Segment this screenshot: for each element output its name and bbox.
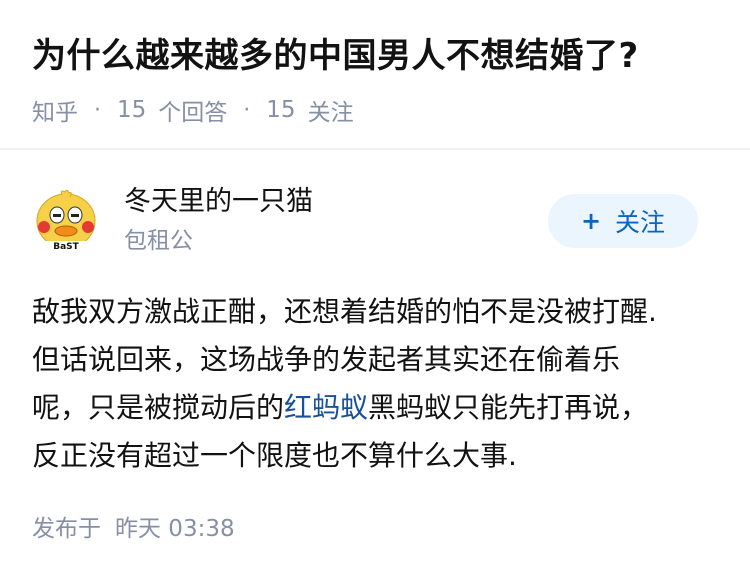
follow-label: 关注 <box>615 208 666 237</box>
author-bio: 包租公 <box>124 228 193 254</box>
content-text: 呢，只是被搅动后的 <box>32 391 285 424</box>
content-line: 但话说回来，这场战争的发起者其实还在偷着乐 <box>32 343 621 376</box>
publish-label: 发布于 <box>32 516 101 542</box>
svg-text:BaST: BaST <box>53 242 79 252</box>
content-text: 黑蚂蚁只能先打再说， <box>368 391 649 424</box>
content-line: 呢，只是被搅动后的红蚂蚁黑蚂蚁只能先打再说， <box>32 384 718 432</box>
answers-label[interactable]: 个回答 <box>158 93 227 127</box>
publish-info: 发布于 昨天 03:38 <box>32 512 235 546</box>
followers-label: 关注 <box>307 100 354 126</box>
question-meta: 知乎 · 15 个回答 · 15 关注 <box>32 90 354 130</box>
author-name[interactable]: 冬天里的一只猫 <box>124 182 313 222</box>
answer-content: 敌我双方激战正酣，还想着结婚的怕不是没被打醒. 但话说回来，这场战争的发起者其实… <box>32 288 718 480</box>
source-label[interactable]: 知乎 <box>32 93 78 127</box>
follow-button[interactable]: + 关注 <box>548 194 698 248</box>
content-line: 反正没有超过一个限度也不算什么大事. <box>32 439 517 472</box>
answers-count: 15 <box>117 97 147 123</box>
publish-time: 昨天 03:38 <box>115 516 235 542</box>
content-line: 敌我双方激战正酣，还想着结婚的怕不是没被打醒. <box>32 295 657 328</box>
question-header: 为什么越来越多的中国男人不想结婚了? 知乎 · 15 个回答 · 15 关注 <box>0 0 750 150</box>
red-ant-link[interactable]: 红蚂蚁 <box>284 391 368 424</box>
meta-separator: · <box>243 97 251 123</box>
meta-separator: · <box>94 97 101 123</box>
followers-count: 15 <box>266 97 296 123</box>
plus-icon: + <box>580 207 602 235</box>
cartoon-chick-avatar-icon[interactable]: BaST <box>32 187 100 255</box>
author-row: BaST 冬天里的一只猫 包租公 + 关注 <box>32 182 718 274</box>
question-title[interactable]: 为什么越来越多的中国男人不想结婚了? <box>32 32 639 80</box>
